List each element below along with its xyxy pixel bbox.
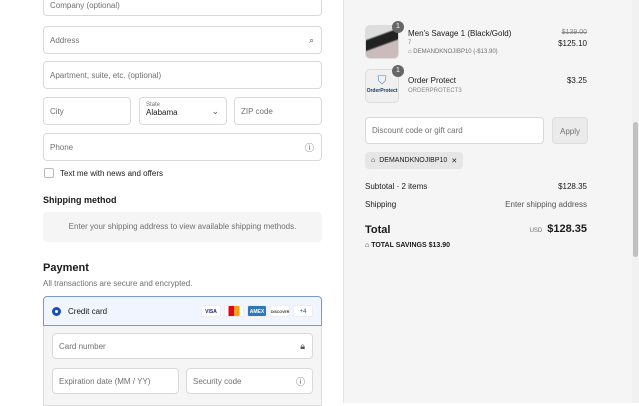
shipping-value: Enter shipping address bbox=[505, 200, 587, 209]
card-number-input[interactable]: Card number 🔒︎ bbox=[52, 333, 313, 359]
chevron-down-icon: ⌄ bbox=[211, 106, 219, 116]
shipping-method-message: Enter your shipping address to view avai… bbox=[43, 212, 322, 242]
credit-card-option[interactable]: Credit card VISA MC AMEX DISCOVER +4 bbox=[43, 296, 322, 326]
news-checkbox[interactable] bbox=[44, 168, 54, 178]
item-variant: 7 bbox=[408, 40, 412, 46]
lock-icon: 🔒︎ bbox=[300, 340, 305, 351]
tag-icon: ⌂ bbox=[371, 157, 376, 164]
company-placeholder: Company (optional) bbox=[50, 0, 120, 10]
total-label: Total bbox=[365, 224, 391, 236]
apply-button[interactable]: Apply bbox=[552, 117, 588, 144]
orderprotect-logo: OrderProtect bbox=[366, 88, 398, 94]
zip-input[interactable]: ZIP code bbox=[234, 97, 322, 125]
applied-code-chip: ⌂ DEMANDKNOJIBP10 ✕ bbox=[365, 152, 464, 169]
currency: USD bbox=[529, 228, 543, 234]
state-value: Alabama bbox=[146, 108, 178, 117]
shipping-label: Shipping bbox=[365, 200, 397, 209]
payment-title: Payment bbox=[43, 262, 89, 274]
amex-icon: AMEX bbox=[247, 305, 267, 317]
item-original-price: $139.00 bbox=[561, 29, 587, 36]
discount-input[interactable]: Discount code or gift card bbox=[365, 117, 544, 144]
shipping-method-title: Shipping method bbox=[43, 195, 117, 205]
security-code-input[interactable]: Security code ⓘ bbox=[186, 368, 313, 394]
search-icon: ⌕ bbox=[308, 34, 314, 45]
scrollbar-thumb[interactable] bbox=[633, 122, 638, 257]
subtotal-value: $128.35 bbox=[558, 182, 587, 191]
address-input[interactable]: Address ⌕ bbox=[43, 26, 322, 54]
quantity-badge: 1 bbox=[392, 65, 404, 77]
zip-placeholder: ZIP code bbox=[241, 106, 273, 116]
savings-label: TOTAL SAVINGS bbox=[371, 242, 427, 249]
security-code-placeholder: Security code bbox=[193, 376, 242, 386]
expiration-input[interactable]: Expiration date (MM / YY) bbox=[52, 368, 179, 394]
total-value: $128.35 bbox=[547, 223, 587, 235]
more-cards-badge: +4 bbox=[293, 305, 313, 317]
city-placeholder: City bbox=[50, 106, 64, 116]
subtotal-label: Subtotal · 2 items bbox=[365, 182, 428, 191]
item-name: Men's Savage 1 (Black/Gold) bbox=[408, 29, 512, 38]
discount-placeholder: Discount code or gift card bbox=[372, 126, 463, 135]
address-placeholder: Address bbox=[50, 35, 80, 45]
item-variant: ORDERPROTECT3 bbox=[408, 88, 462, 94]
mastercard-icon: MC bbox=[224, 305, 244, 317]
savings-value: $13.90 bbox=[428, 242, 451, 249]
scrollbar[interactable] bbox=[632, 0, 639, 403]
payment-subtitle: All transactions are secure and encrypte… bbox=[43, 279, 193, 288]
help-icon: ⓘ bbox=[295, 376, 305, 387]
order-summary: 1 Men's Savage 1 (Black/Gold) 7 ⌂ DEMAND… bbox=[343, 0, 632, 403]
item-name: Order Protect bbox=[408, 76, 457, 85]
apartment-input[interactable]: Apartment, suite, etc. (optional) bbox=[43, 61, 322, 89]
item-price: $125.10 bbox=[558, 39, 587, 48]
remove-code-icon[interactable]: ✕ bbox=[451, 157, 457, 165]
visa-icon: VISA bbox=[201, 305, 221, 317]
item-discount: DEMANDKNOJIBP10 (-$13.90) bbox=[413, 49, 498, 55]
company-input[interactable]: Company (optional) bbox=[43, 0, 322, 16]
discover-icon: DISCOVER bbox=[270, 305, 290, 317]
state-select[interactable]: State Alabama ⌄ bbox=[139, 97, 227, 125]
quantity-badge: 1 bbox=[392, 21, 404, 33]
apartment-placeholder: Apartment, suite, etc. (optional) bbox=[50, 70, 162, 80]
applied-code: DEMANDKNOJIBP10 bbox=[379, 157, 448, 164]
phone-input[interactable]: Phone ⓘ bbox=[43, 133, 322, 161]
credit-card-label: Credit card bbox=[68, 306, 108, 316]
radio-selected[interactable] bbox=[52, 306, 61, 316]
expiration-placeholder: Expiration date (MM / YY) bbox=[59, 376, 151, 386]
news-checkbox-label: Text me with news and offers bbox=[60, 169, 164, 178]
help-icon: ⓘ bbox=[304, 142, 314, 153]
card-number-placeholder: Card number bbox=[59, 341, 106, 351]
phone-placeholder: Phone bbox=[50, 142, 74, 152]
item-price: $3.25 bbox=[566, 76, 587, 85]
city-input[interactable]: City bbox=[43, 97, 131, 125]
